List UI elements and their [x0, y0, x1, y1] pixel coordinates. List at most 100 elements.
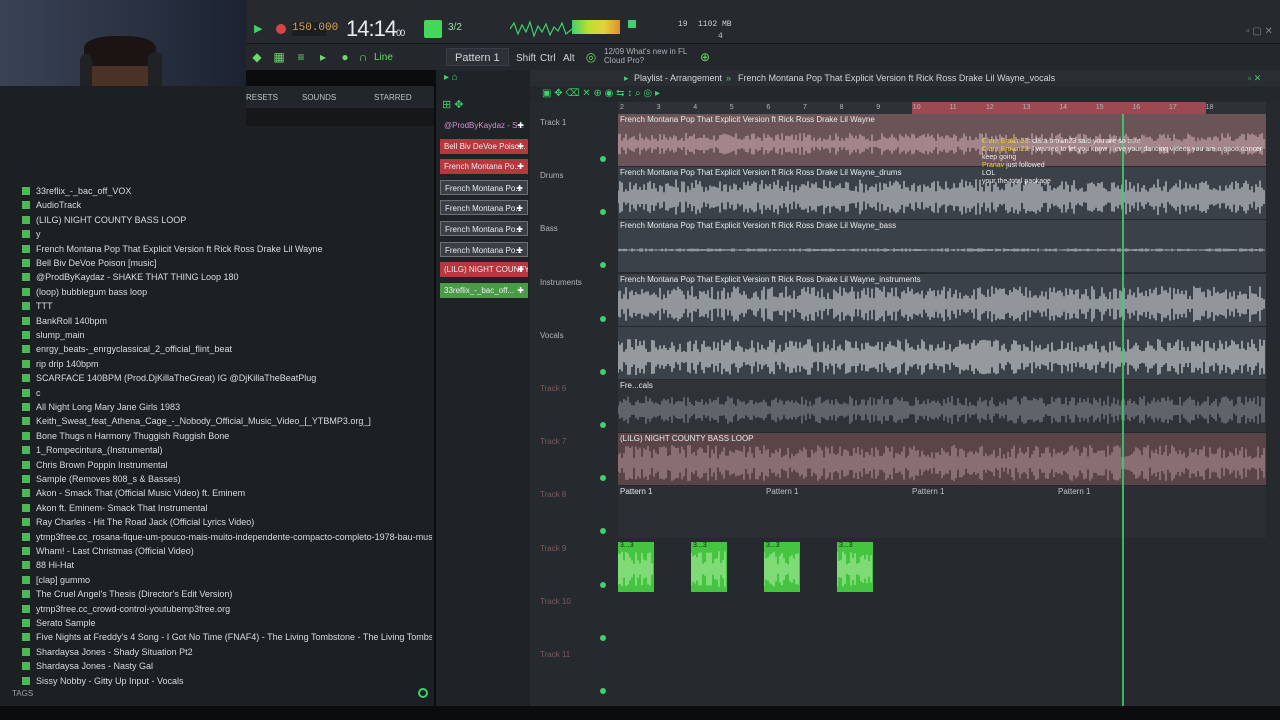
- pattern-clip-label[interactable]: Pattern 1: [1058, 487, 1090, 496]
- rack-channel[interactable]: 33reflix_-_bac_off... ✚: [440, 282, 528, 298]
- timeline-ruler[interactable]: 2 3 4 5 6 7 8 9 10 11 12 13 14 15 16 17 18: [618, 102, 1266, 114]
- track-mute-led[interactable]: [600, 688, 606, 694]
- audio-clip[interactable]: French Montana Pop That Explicit Version…: [618, 273, 1266, 326]
- news-ticker[interactable]: 12/09 What's new in FL Cloud Pro?: [604, 47, 694, 65]
- audio-clip[interactable]: Fre...cals: [618, 380, 1266, 432]
- browser-item[interactable]: c: [22, 386, 432, 400]
- rack-nav-icons[interactable]: ▸ ⌂: [444, 72, 524, 86]
- browser-item[interactable]: (LILG) NIGHT COUNTY BASS LOOP: [22, 213, 432, 227]
- pattern-selector[interactable]: Pattern 1: [446, 48, 509, 66]
- channel-settings-icon[interactable]: ✚: [517, 118, 524, 133]
- track-mute-led[interactable]: [600, 475, 606, 482]
- browser-item[interactable]: ytmp3free.cc_crowd-control-youtubemp3fre…: [22, 602, 432, 616]
- pattern-clip-label[interactable]: Pattern 1: [620, 487, 652, 496]
- track-header[interactable]: Track 7: [540, 437, 612, 446]
- browser-item[interactable]: Wham! - Last Christmas (Official Video): [22, 544, 432, 558]
- track-mute-led[interactable]: [600, 209, 606, 216]
- browser-item[interactable]: @ProdByKaydaz - SHAKE THAT THING Loop 18…: [22, 270, 432, 284]
- browser-item[interactable]: French Montana Pop That Explicit Version…: [22, 242, 432, 256]
- online-icon[interactable]: ⊕: [698, 50, 712, 64]
- news-icon[interactable]: ◎: [584, 50, 598, 64]
- browser-item[interactable]: y: [22, 227, 432, 241]
- track-mute-led[interactable]: [600, 368, 606, 375]
- track-mute-led[interactable]: [600, 422, 606, 428]
- audio-clip[interactable]: [618, 326, 1266, 379]
- track-header[interactable]: Track 6: [540, 384, 612, 393]
- browser-item[interactable]: 88 Hi-Hat: [22, 558, 432, 572]
- playlist-menu-icon[interactable]: ▸: [624, 73, 629, 84]
- magnet-icon[interactable]: ∩: [356, 50, 370, 64]
- playhead[interactable]: [1122, 114, 1124, 706]
- browser-item[interactable]: Bone Thugs n Harmony Thuggish Ruggish Bo…: [22, 429, 432, 443]
- piano-roll-icon[interactable]: ▸: [316, 50, 330, 64]
- mixer-icon[interactable]: ▦: [272, 50, 286, 64]
- channel-settings-icon[interactable]: ✚: [516, 243, 523, 256]
- browser-item[interactable]: Shardaysa Jones - Nasty Gal: [22, 659, 432, 673]
- browser-item[interactable]: TTT: [22, 299, 432, 313]
- audio-clip[interactable]: (LILG) NIGHT COUNTY BASS LOOP: [618, 433, 1266, 486]
- browser-item[interactable]: Five Nights at Freddy's 4 Song - I Got N…: [22, 630, 432, 644]
- track-header[interactable]: Track 11: [540, 650, 612, 659]
- alt-key-indicator[interactable]: Alt: [563, 53, 575, 64]
- browser-item[interactable]: Ray Charles - Hit The Road Jack (Officia…: [22, 515, 432, 529]
- rack-channel[interactable]: French Montana Po... ✚: [440, 241, 528, 257]
- channel-settings-icon[interactable]: ✚: [516, 181, 523, 194]
- channel-rack-icon[interactable]: ≡: [294, 50, 308, 64]
- browser-item[interactable]: ytmp3free.cc_rosana-fique-um-pouco-mais-…: [22, 530, 432, 544]
- pattern-block[interactable]: 3...3: [618, 541, 654, 592]
- track-header[interactable]: Track 9: [540, 544, 612, 553]
- rack-controls[interactable]: ⊞ ✥: [442, 98, 464, 111]
- browser-item[interactable]: Akon - Smack That (Official Music Video)…: [22, 486, 432, 500]
- snap-mode[interactable]: Line: [374, 52, 393, 63]
- pattern-block[interactable]: 3...3: [837, 541, 873, 592]
- tempo-display[interactable]: 150.000: [292, 22, 338, 36]
- play-button[interactable]: ▶: [254, 22, 268, 36]
- track-header[interactable]: Track 8: [540, 490, 612, 499]
- browser-item[interactable]: 1_Rompecintura_(Instrumental): [22, 443, 432, 457]
- rack-channel[interactable]: French Montana Po... ✚: [440, 179, 528, 195]
- tool-icon[interactable]: ◆: [250, 50, 264, 64]
- time-signature[interactable]: 3/2: [448, 22, 462, 33]
- microphone-icon[interactable]: ●: [338, 50, 352, 64]
- playlist-tools[interactable]: ▣ ✥ ⌫ ✕ ⊕ ◉ ⇆ ↕ ⌕ ◎ ▸: [542, 88, 660, 99]
- channel-settings-icon[interactable]: ✚: [517, 283, 524, 298]
- browser-item[interactable]: The Cruel Angel's Thesis (Director's Edi…: [22, 587, 432, 601]
- track-header[interactable]: Drums: [540, 171, 612, 180]
- browser-item[interactable]: Serato Sample: [22, 616, 432, 630]
- rack-channel[interactable]: (LILG) NIGHT COUNTY... ✚: [440, 262, 528, 278]
- browser-item[interactable]: rip drip 140bpm: [22, 357, 432, 371]
- pattern-block[interactable]: 3...3: [764, 541, 800, 592]
- browser-item[interactable]: SCARFACE 140BPM (Prod.DjKillaTheGreat) I…: [22, 371, 432, 385]
- browser-item[interactable]: AudioTrack: [22, 198, 432, 212]
- pattern-clip-label[interactable]: Pattern 1: [766, 487, 798, 496]
- track-mute-led[interactable]: [600, 262, 606, 269]
- track-mute-led[interactable]: [600, 156, 606, 162]
- track-header[interactable]: Track 1: [540, 118, 612, 127]
- browser-item[interactable]: Keith_Sweat_feat_Athena_Cage_-_Nobody_Of…: [22, 414, 432, 428]
- tab-sounds[interactable]: SOUNDS: [302, 93, 336, 102]
- browser-item[interactable]: Chris Brown Poppin Instrumental: [22, 458, 432, 472]
- search-icon[interactable]: [418, 688, 428, 698]
- channel-settings-icon[interactable]: ✚: [517, 139, 524, 154]
- pattern-block[interactable]: 3...3: [691, 541, 727, 592]
- audio-clip[interactable]: [618, 592, 1266, 645]
- browser-item[interactable]: Bell Biv DeVoe Poison [music]: [22, 256, 432, 270]
- browser-item[interactable]: Akon ft. Eminem- Smack That Instrumental: [22, 501, 432, 515]
- shift-key-indicator[interactable]: Shift: [516, 53, 536, 64]
- track-mute-led[interactable]: [600, 528, 606, 535]
- browser-item[interactable]: (loop) bubblegum bass loop: [22, 285, 432, 299]
- window-controls[interactable]: ▫ ▢ ✕: [1246, 26, 1273, 37]
- channel-settings-icon[interactable]: ✚: [516, 201, 523, 214]
- track-mute-led[interactable]: [600, 315, 606, 322]
- browser-item[interactable]: Sample (Removes 808_s & Basses): [22, 472, 432, 486]
- record-button[interactable]: [276, 24, 286, 34]
- track-mute-led[interactable]: [600, 634, 606, 641]
- browser-item[interactable]: 33reflix_-_bac_off_VOX: [22, 184, 432, 198]
- browser-item[interactable]: All Night Long Mary Jane Girls 1983: [22, 400, 432, 414]
- rack-channel[interactable]: Bell Biv DeVoe Poiso... ✚: [440, 138, 528, 154]
- channel-settings-icon[interactable]: ✚: [516, 222, 523, 235]
- pattern-clip-label[interactable]: Pattern 1: [912, 487, 944, 496]
- rack-channel[interactable]: French Montana Po... ✚: [440, 159, 528, 175]
- pattern-mode-button[interactable]: [424, 20, 442, 38]
- browser-item[interactable]: slump_main: [22, 328, 432, 342]
